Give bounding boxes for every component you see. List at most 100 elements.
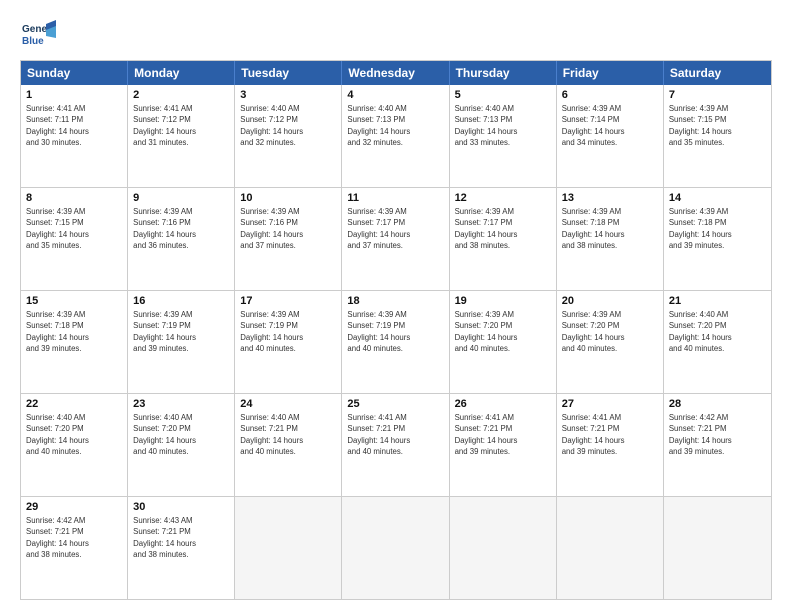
day-number: 26 — [455, 398, 551, 410]
calendar-cell: 18 Sunrise: 4:39 AM Sunset: 7:19 PM Dayli… — [342, 291, 449, 393]
day-number: 14 — [669, 192, 766, 204]
day-info: Sunrise: 4:39 AM Sunset: 7:18 PM Dayligh… — [562, 206, 658, 251]
day-number: 8 — [26, 192, 122, 204]
day-info: Sunrise: 4:41 AM Sunset: 7:11 PM Dayligh… — [26, 103, 122, 148]
day-info: Sunrise: 4:39 AM Sunset: 7:18 PM Dayligh… — [26, 309, 122, 354]
page: General Blue SundayMondayTuesdayWednesda… — [0, 0, 792, 612]
calendar-cell — [664, 497, 771, 599]
calendar-cell: 10 Sunrise: 4:39 AM Sunset: 7:16 PM Dayli… — [235, 188, 342, 290]
calendar-cell: 2 Sunrise: 4:41 AM Sunset: 7:12 PM Daylig… — [128, 85, 235, 187]
calendar-cell: 28 Sunrise: 4:42 AM Sunset: 7:21 PM Dayli… — [664, 394, 771, 496]
day-info: Sunrise: 4:39 AM Sunset: 7:16 PM Dayligh… — [133, 206, 229, 251]
day-number: 25 — [347, 398, 443, 410]
day-info: Sunrise: 4:42 AM Sunset: 7:21 PM Dayligh… — [669, 412, 766, 457]
calendar-cell — [235, 497, 342, 599]
calendar-cell: 1 Sunrise: 4:41 AM Sunset: 7:11 PM Daylig… — [21, 85, 128, 187]
day-number: 17 — [240, 295, 336, 307]
calendar-cell: 12Sunrise: 4:39 AM Sunset: 7:17 PM Dayli… — [450, 188, 557, 290]
day-info: Sunrise: 4:40 AM Sunset: 7:13 PM Dayligh… — [455, 103, 551, 148]
day-info: Sunrise: 4:41 AM Sunset: 7:21 PM Dayligh… — [562, 412, 658, 457]
calendar-cell: 19 Sunrise: 4:39 AM Sunset: 7:20 PM Dayli… — [450, 291, 557, 393]
day-number: 29 — [26, 501, 122, 513]
calendar-row-3: 22 Sunrise: 4:40 AM Sunset: 7:20 PM Dayli… — [21, 393, 771, 496]
day-info: Sunrise: 4:43 AM Sunset: 7:21 PM Dayligh… — [133, 515, 229, 560]
calendar-cell: 27 Sunrise: 4:41 AM Sunset: 7:21 PM Dayli… — [557, 394, 664, 496]
day-info: Sunrise: 4:39 AM Sunset: 7:15 PM Dayligh… — [669, 103, 766, 148]
day-info: Sunrise: 4:41 AM Sunset: 7:21 PM Dayligh… — [347, 412, 443, 457]
svg-text:Blue: Blue — [22, 36, 44, 47]
calendar-header: SundayMondayTuesdayWednesdayThursdayFrid… — [21, 61, 771, 85]
day-info: Sunrise: 4:39 AM Sunset: 7:15 PM Dayligh… — [26, 206, 122, 251]
day-info: Sunrise: 4:39 AM Sunset: 7:19 PM Dayligh… — [133, 309, 229, 354]
day-number: 3 — [240, 89, 336, 101]
calendar-cell: 30 Sunrise: 4:43 AM Sunset: 7:21 PM Dayli… — [128, 497, 235, 599]
day-info: Sunrise: 4:41 AM Sunset: 7:21 PM Dayligh… — [455, 412, 551, 457]
day-info: Sunrise: 4:39 AM Sunset: 7:20 PM Dayligh… — [455, 309, 551, 354]
day-number: 21 — [669, 295, 766, 307]
calendar-row-4: 29 Sunrise: 4:42 AM Sunset: 7:21 PM Dayli… — [21, 496, 771, 599]
calendar-row-1: 8 Sunrise: 4:39 AM Sunset: 7:15 PM Daylig… — [21, 187, 771, 290]
calendar-cell — [342, 497, 449, 599]
calendar-cell: 11Sunrise: 4:39 AM Sunset: 7:17 PM Dayli… — [342, 188, 449, 290]
day-number: 22 — [26, 398, 122, 410]
day-number: 10 — [240, 192, 336, 204]
day-number: 18 — [347, 295, 443, 307]
calendar-cell: 29 Sunrise: 4:42 AM Sunset: 7:21 PM Dayli… — [21, 497, 128, 599]
calendar-cell: 4 Sunrise: 4:40 AM Sunset: 7:13 PM Daylig… — [342, 85, 449, 187]
calendar-cell: 9 Sunrise: 4:39 AM Sunset: 7:16 PM Daylig… — [128, 188, 235, 290]
header-day-thursday: Thursday — [450, 61, 557, 85]
calendar-cell: 14 Sunrise: 4:39 AM Sunset: 7:18 PM Dayli… — [664, 188, 771, 290]
logo-icon: General Blue — [20, 16, 56, 52]
day-info: Sunrise: 4:41 AM Sunset: 7:12 PM Dayligh… — [133, 103, 229, 148]
day-number: 30 — [133, 501, 229, 513]
header-day-saturday: Saturday — [664, 61, 771, 85]
header-day-wednesday: Wednesday — [342, 61, 449, 85]
day-info: Sunrise: 4:39 AM Sunset: 7:18 PM Dayligh… — [669, 206, 766, 251]
calendar-cell: 23 Sunrise: 4:40 AM Sunset: 7:20 PM Dayli… — [128, 394, 235, 496]
day-number: 5 — [455, 89, 551, 101]
day-number: 13 — [562, 192, 658, 204]
calendar: SundayMondayTuesdayWednesdayThursdayFrid… — [20, 60, 772, 600]
day-number: 28 — [669, 398, 766, 410]
calendar-cell: 17 Sunrise: 4:39 AM Sunset: 7:19 PM Dayli… — [235, 291, 342, 393]
header-day-tuesday: Tuesday — [235, 61, 342, 85]
day-info: Sunrise: 4:40 AM Sunset: 7:20 PM Dayligh… — [133, 412, 229, 457]
day-number: 15 — [26, 295, 122, 307]
day-number: 23 — [133, 398, 229, 410]
calendar-cell: 26 Sunrise: 4:41 AM Sunset: 7:21 PM Dayli… — [450, 394, 557, 496]
header-day-sunday: Sunday — [21, 61, 128, 85]
day-number: 24 — [240, 398, 336, 410]
calendar-cell: 20 Sunrise: 4:39 AM Sunset: 7:20 PM Dayli… — [557, 291, 664, 393]
day-number: 12 — [455, 192, 551, 204]
calendar-cell: 24Sunrise: 4:40 AM Sunset: 7:21 PM Dayli… — [235, 394, 342, 496]
day-number: 11 — [347, 192, 443, 204]
day-number: 27 — [562, 398, 658, 410]
day-info: Sunrise: 4:39 AM Sunset: 7:20 PM Dayligh… — [562, 309, 658, 354]
calendar-cell: 8 Sunrise: 4:39 AM Sunset: 7:15 PM Daylig… — [21, 188, 128, 290]
day-number: 20 — [562, 295, 658, 307]
calendar-cell — [557, 497, 664, 599]
day-number: 2 — [133, 89, 229, 101]
calendar-row-2: 15 Sunrise: 4:39 AM Sunset: 7:18 PM Dayli… — [21, 290, 771, 393]
calendar-cell: 15 Sunrise: 4:39 AM Sunset: 7:18 PM Dayli… — [21, 291, 128, 393]
day-number: 9 — [133, 192, 229, 204]
calendar-cell: 5 Sunrise: 4:40 AM Sunset: 7:13 PM Daylig… — [450, 85, 557, 187]
day-info: Sunrise: 4:40 AM Sunset: 7:12 PM Dayligh… — [240, 103, 336, 148]
day-info: Sunrise: 4:39 AM Sunset: 7:16 PM Dayligh… — [240, 206, 336, 251]
calendar-row-0: 1 Sunrise: 4:41 AM Sunset: 7:11 PM Daylig… — [21, 85, 771, 187]
header-day-friday: Friday — [557, 61, 664, 85]
day-number: 1 — [26, 89, 122, 101]
day-number: 4 — [347, 89, 443, 101]
day-info: Sunrise: 4:42 AM Sunset: 7:21 PM Dayligh… — [26, 515, 122, 560]
day-info: Sunrise: 4:40 AM Sunset: 7:13 PM Dayligh… — [347, 103, 443, 148]
calendar-cell: 16Sunrise: 4:39 AM Sunset: 7:19 PM Dayli… — [128, 291, 235, 393]
day-number: 6 — [562, 89, 658, 101]
day-number: 19 — [455, 295, 551, 307]
calendar-cell — [450, 497, 557, 599]
calendar-cell: 21Sunrise: 4:40 AM Sunset: 7:20 PM Dayli… — [664, 291, 771, 393]
calendar-cell: 25 Sunrise: 4:41 AM Sunset: 7:21 PM Dayli… — [342, 394, 449, 496]
day-info: Sunrise: 4:39 AM Sunset: 7:19 PM Dayligh… — [347, 309, 443, 354]
logo: General Blue — [20, 16, 60, 52]
day-number: 7 — [669, 89, 766, 101]
day-info: Sunrise: 4:39 AM Sunset: 7:19 PM Dayligh… — [240, 309, 336, 354]
